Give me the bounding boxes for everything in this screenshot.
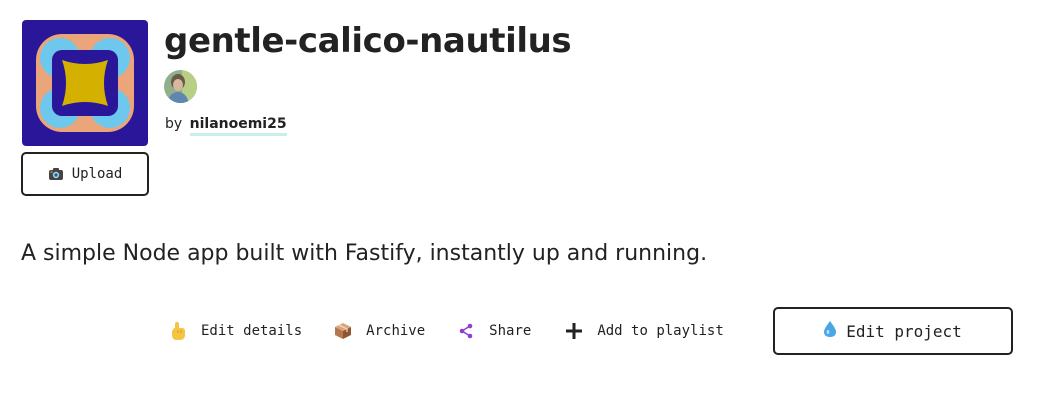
- edit-details-button[interactable]: Edit details: [165, 321, 302, 341]
- project-title: gentle-calico-nautilus: [164, 21, 572, 61]
- project-avatar: [22, 20, 148, 146]
- plus-icon: [561, 322, 587, 340]
- upload-label: Upload: [71, 166, 123, 182]
- project-description: A simple Node app built with Fastify, in…: [21, 241, 708, 266]
- share-button[interactable]: Share: [453, 323, 531, 339]
- byline: by nilanoemi25: [165, 116, 287, 136]
- droplet-icon: [824, 321, 837, 341]
- by-label: by: [165, 116, 183, 132]
- project-page: Upload gentle-calico-nautilus by nilanoe…: [0, 0, 1042, 410]
- camera-icon: [48, 167, 64, 181]
- edit-project-button[interactable]: Edit project: [773, 307, 1013, 355]
- share-icon: [453, 323, 479, 339]
- user-avatar[interactable]: [164, 70, 197, 103]
- pointing-hand-icon: [165, 321, 191, 341]
- author-link[interactable]: nilanoemi25: [189, 116, 287, 136]
- archive-button[interactable]: Archive: [330, 322, 425, 340]
- package-box-icon: [330, 322, 356, 340]
- archive-label: Archive: [366, 323, 426, 339]
- project-actions: Edit details Archive Share Add to playli…: [165, 314, 752, 348]
- edit-details-label: Edit details: [201, 323, 303, 339]
- add-to-playlist-button[interactable]: Add to playlist: [561, 322, 724, 340]
- upload-button[interactable]: Upload: [21, 152, 149, 196]
- add-to-playlist-label: Add to playlist: [597, 323, 724, 339]
- edit-project-label: Edit project: [846, 321, 962, 341]
- share-label: Share: [489, 323, 532, 339]
